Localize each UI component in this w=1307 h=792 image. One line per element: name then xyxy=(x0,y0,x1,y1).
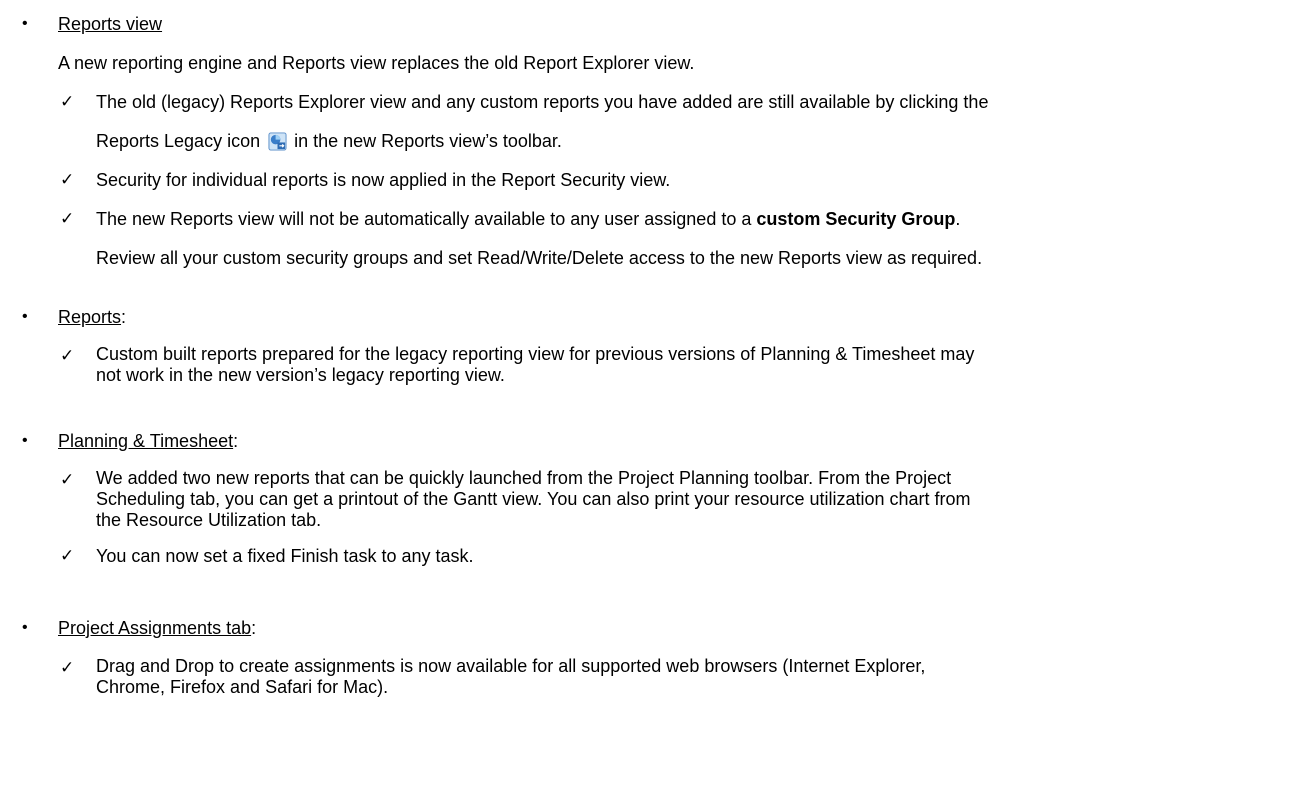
list-item-continuation: Review all your custom security groups a… xyxy=(96,248,983,268)
bullet-icon: • xyxy=(22,432,28,449)
section-heading: Planning & Timesheet: xyxy=(58,431,239,451)
list-item: Custom built reports prepared for the le… xyxy=(96,344,975,385)
list-item-text: Reports Legacy icon xyxy=(96,131,261,151)
list-item-text: The new Reports view will not be automat… xyxy=(96,209,757,229)
section-heading: Reports view xyxy=(58,14,163,34)
list-item: Security for individual reports is now a… xyxy=(96,170,671,190)
list-item-continuation: Reports Legacy icon in the new Reports v… xyxy=(96,129,1296,153)
list-item: We added two new reports that can be qui… xyxy=(96,468,971,530)
list-item: Drag and Drop to create assignments is n… xyxy=(96,656,926,697)
reports-legacy-icon xyxy=(268,132,287,151)
document-page: • Reports view A new reporting engine an… xyxy=(0,0,1307,792)
checkmark-icon: ✓ xyxy=(60,209,75,228)
section-heading: Reports: xyxy=(58,307,127,327)
checkmark-icon: ✓ xyxy=(60,346,75,365)
list-item: The new Reports view will not be automat… xyxy=(96,207,1296,231)
section-heading: Project Assignments tab: xyxy=(58,618,257,638)
list-item-text: . xyxy=(955,209,961,229)
bullet-icon: • xyxy=(22,15,28,32)
checkmark-icon: ✓ xyxy=(60,470,75,489)
checkmark-icon: ✓ xyxy=(60,170,75,189)
checkmark-icon: ✓ xyxy=(60,658,75,677)
checkmark-icon: ✓ xyxy=(60,546,75,565)
section-intro: A new reporting engine and Reports view … xyxy=(58,53,695,73)
checkmark-icon: ✓ xyxy=(60,92,75,111)
bullet-icon: • xyxy=(22,619,28,636)
list-item: The old (legacy) Reports Explorer view a… xyxy=(96,92,989,112)
list-item-text: in the new Reports view’s toolbar. xyxy=(294,131,562,151)
list-item: You can now set a fixed Finish task to a… xyxy=(96,546,474,566)
bullet-icon: • xyxy=(22,308,28,325)
emphasis-text: custom Security Group xyxy=(756,209,956,229)
